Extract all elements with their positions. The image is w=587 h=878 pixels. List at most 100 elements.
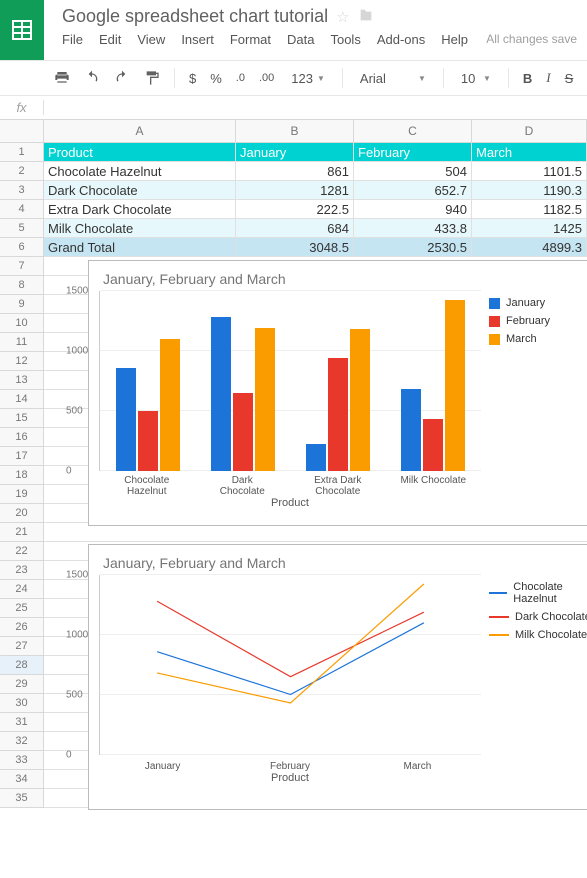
row-head[interactable]: 31 <box>0 713 44 732</box>
doc-title[interactable]: Google spreadsheet chart tutorial <box>62 6 328 27</box>
cell[interactable]: 1425 <box>472 219 587 238</box>
decrease-decimal-button[interactable]: .0 <box>232 70 249 86</box>
row-head[interactable]: 2 <box>0 162 44 181</box>
bar <box>233 393 253 471</box>
row-head[interactable]: 14 <box>0 390 44 409</box>
menu-format[interactable]: Format <box>230 32 271 47</box>
font-size-dropdown[interactable]: 10▼ <box>454 68 498 89</box>
row-head[interactable]: 5 <box>0 219 44 238</box>
row-head[interactable]: 19 <box>0 485 44 504</box>
row-head[interactable]: 28 <box>0 656 44 675</box>
folder-icon[interactable] <box>358 7 374 27</box>
row-head[interactable]: 34 <box>0 770 44 789</box>
number-format-dropdown[interactable]: 123▼ <box>284 68 332 89</box>
bar-chart[interactable]: January, February and March050010001500C… <box>88 260 587 526</box>
cell[interactable]: 1281 <box>236 181 354 200</box>
cell[interactable]: Chocolate Hazelnut <box>44 162 236 181</box>
currency-button[interactable]: $ <box>185 69 200 88</box>
row-head[interactable]: 1 <box>0 143 44 162</box>
menu-addons[interactable]: Add-ons <box>377 32 425 47</box>
row-head[interactable]: 26 <box>0 618 44 637</box>
cell[interactable]: 222.5 <box>236 200 354 219</box>
cell[interactable]: January <box>236 143 354 162</box>
cell[interactable]: 433.8 <box>354 219 472 238</box>
row-head[interactable]: 25 <box>0 599 44 618</box>
undo-icon[interactable] <box>80 68 104 88</box>
cell[interactable]: 1190.3 <box>472 181 587 200</box>
cell[interactable]: 2530.5 <box>354 238 472 257</box>
row-head[interactable]: 17 <box>0 447 44 466</box>
menu-view[interactable]: View <box>137 32 165 47</box>
paint-format-icon[interactable] <box>140 68 164 88</box>
row-head[interactable]: 23 <box>0 561 44 580</box>
redo-icon[interactable] <box>110 68 134 88</box>
bar <box>116 368 136 471</box>
save-status: All changes save <box>486 32 577 47</box>
row-head[interactable]: 33 <box>0 751 44 770</box>
cell[interactable]: Extra Dark Chocolate <box>44 200 236 219</box>
cell[interactable]: 861 <box>236 162 354 181</box>
menu-tools[interactable]: Tools <box>330 32 360 47</box>
cell[interactable]: 684 <box>236 219 354 238</box>
col-head-b[interactable]: B <box>236 120 354 142</box>
row-head[interactable]: 16 <box>0 428 44 447</box>
bar <box>423 419 443 471</box>
menu-insert[interactable]: Insert <box>181 32 214 47</box>
row-head[interactable]: 15 <box>0 409 44 428</box>
row-head[interactable]: 21 <box>0 523 44 542</box>
row-head[interactable]: 35 <box>0 789 44 808</box>
menu-help[interactable]: Help <box>441 32 468 47</box>
cell[interactable]: March <box>472 143 587 162</box>
menu-file[interactable]: File <box>62 32 83 47</box>
strikethrough-button[interactable]: S <box>561 69 578 88</box>
col-head-a[interactable]: A <box>44 120 236 142</box>
percent-button[interactable]: % <box>206 69 226 88</box>
cell[interactable]: Product <box>44 143 236 162</box>
row-head[interactable]: 13 <box>0 371 44 390</box>
row-head[interactable]: 6 <box>0 238 44 257</box>
line-series <box>157 601 424 676</box>
row-head[interactable]: 32 <box>0 732 44 751</box>
line-chart[interactable]: January, February and March050010001500J… <box>88 544 587 810</box>
row-head[interactable]: 20 <box>0 504 44 523</box>
row-head[interactable]: 22 <box>0 542 44 561</box>
formula-input[interactable] <box>44 96 587 119</box>
cell[interactable]: February <box>354 143 472 162</box>
row-head[interactable]: 7 <box>0 257 44 276</box>
col-head-c[interactable]: C <box>354 120 472 142</box>
select-all-corner[interactable] <box>0 120 44 143</box>
col-head-d[interactable]: D <box>472 120 587 142</box>
row-head[interactable]: 10 <box>0 314 44 333</box>
cell[interactable]: 1101.5 <box>472 162 587 181</box>
row-head[interactable]: 3 <box>0 181 44 200</box>
row-head[interactable]: 9 <box>0 295 44 314</box>
row-head[interactable]: 12 <box>0 352 44 371</box>
row-head[interactable]: 30 <box>0 694 44 713</box>
italic-button[interactable]: I <box>542 68 554 88</box>
row-head[interactable]: 29 <box>0 675 44 694</box>
row-head[interactable]: 4 <box>0 200 44 219</box>
menu-edit[interactable]: Edit <box>99 32 121 47</box>
row-head[interactable]: 27 <box>0 637 44 656</box>
cell[interactable]: 940 <box>354 200 472 219</box>
increase-decimal-button[interactable]: .00 <box>255 70 278 86</box>
cell[interactable]: Milk Chocolate <box>44 219 236 238</box>
cell[interactable]: Dark Chocolate <box>44 181 236 200</box>
row-head[interactable]: 18 <box>0 466 44 485</box>
cell[interactable]: Grand Total <box>44 238 236 257</box>
print-icon[interactable] <box>50 68 74 88</box>
star-icon[interactable]: ☆ <box>336 8 349 26</box>
row-head[interactable]: 8 <box>0 276 44 295</box>
row-head[interactable]: 24 <box>0 580 44 599</box>
cell[interactable]: 652.7 <box>354 181 472 200</box>
menu-data[interactable]: Data <box>287 32 314 47</box>
cell[interactable]: 4899.3 <box>472 238 587 257</box>
cell[interactable]: 3048.5 <box>236 238 354 257</box>
cell[interactable]: 1182.5 <box>472 200 587 219</box>
font-dropdown[interactable]: Arial▼ <box>353 68 433 89</box>
bold-button[interactable]: B <box>519 69 536 88</box>
row-head[interactable]: 11 <box>0 333 44 352</box>
app-logo[interactable] <box>0 0 44 60</box>
cell[interactable]: 504 <box>354 162 472 181</box>
legend-item: February <box>489 315 587 327</box>
